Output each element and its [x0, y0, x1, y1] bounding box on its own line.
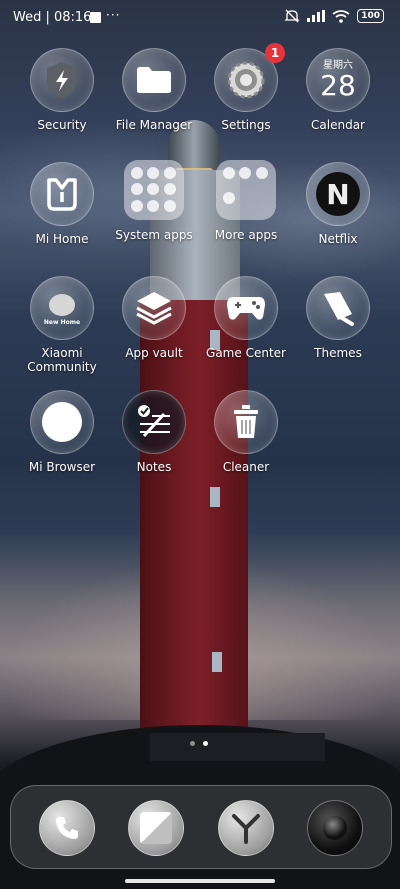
app-notes[interactable]: Notes [108, 390, 200, 474]
calendar-icon: 星期六 28 [306, 48, 370, 112]
app-label: System apps [115, 228, 193, 242]
app-label: App vault [125, 346, 183, 360]
app-label: Mi Browser [28, 460, 96, 474]
page-indicator[interactable] [190, 741, 208, 746]
app-cleaner[interactable]: Cleaner [200, 390, 292, 474]
app-xiaomi-community[interactable]: New Home Xiaomi Community [16, 276, 108, 374]
trash-icon [214, 390, 278, 454]
app-game-center[interactable]: Game Center [200, 276, 292, 360]
netflix-icon: N [306, 162, 370, 226]
mute-icon [284, 9, 300, 23]
status-bar: Wed | 08:16 ··· 100 [0, 0, 400, 36]
netflix-glyph: N [326, 177, 350, 211]
app-mi-browser[interactable]: Mi Browser [16, 390, 108, 474]
app-vault[interactable]: App vault [108, 276, 200, 360]
app-label: Calendar [311, 118, 365, 132]
app-file-manager[interactable]: File Manager [108, 48, 200, 132]
folder-system-apps[interactable]: System apps [108, 160, 200, 242]
yandex-icon[interactable] [218, 800, 274, 856]
app-themes[interactable]: Themes [292, 276, 384, 360]
xiaomi-community-icon: New Home [30, 276, 94, 340]
page-dot-active [203, 741, 208, 746]
mi-home-icon [30, 162, 94, 226]
app-label: Xiaomi Community [27, 346, 97, 374]
calendar-day: 28 [320, 68, 356, 102]
browser-icon [30, 390, 94, 454]
shield-lightning-icon [30, 48, 94, 112]
gear-icon: 1 [214, 43, 285, 112]
folder-icon [122, 48, 186, 112]
page-dot [190, 741, 195, 746]
folder-system-apps-icon [124, 160, 184, 220]
app-mi-home[interactable]: Mi Home [16, 162, 108, 246]
brush-icon [306, 276, 370, 340]
more-notifications-icon: ··· [106, 8, 121, 22]
app-label: File Manager [115, 118, 193, 132]
app-netflix[interactable]: N Netflix [292, 162, 384, 246]
folder-more-apps-icon [216, 160, 276, 220]
home-indicator[interactable] [125, 879, 275, 883]
notification-badge: 1 [265, 43, 285, 63]
folder-more-apps[interactable]: More apps [200, 160, 292, 242]
signal-icon [307, 10, 326, 22]
status-time: Wed | 08:16 [13, 10, 92, 25]
camera-icon[interactable] [307, 800, 363, 856]
message-icon[interactable] [128, 800, 184, 856]
notification-icon [90, 12, 101, 23]
app-label: Mi Home [35, 232, 89, 246]
xiaomi-community-sub: New Home [43, 319, 81, 326]
app-label: Themes [314, 346, 362, 360]
phone-icon[interactable] [39, 800, 95, 856]
app-security[interactable]: Security [16, 48, 108, 132]
app-calendar[interactable]: 星期六 28 Calendar [292, 48, 384, 132]
app-label: Settings [221, 118, 271, 132]
layers-icon [122, 276, 186, 340]
battery-icon: 100 [357, 9, 384, 23]
app-label: Security [37, 118, 87, 132]
app-label: Notes [136, 460, 172, 474]
notes-icon [122, 390, 186, 454]
app-label: Netflix [318, 232, 358, 246]
wifi-icon [332, 9, 350, 23]
app-settings[interactable]: 1 Settings [200, 43, 292, 132]
app-label: Game Center [206, 346, 286, 360]
dock [10, 785, 392, 869]
app-label: More apps [214, 228, 278, 242]
app-label: Cleaner [222, 460, 270, 474]
gamepad-icon [214, 276, 278, 340]
